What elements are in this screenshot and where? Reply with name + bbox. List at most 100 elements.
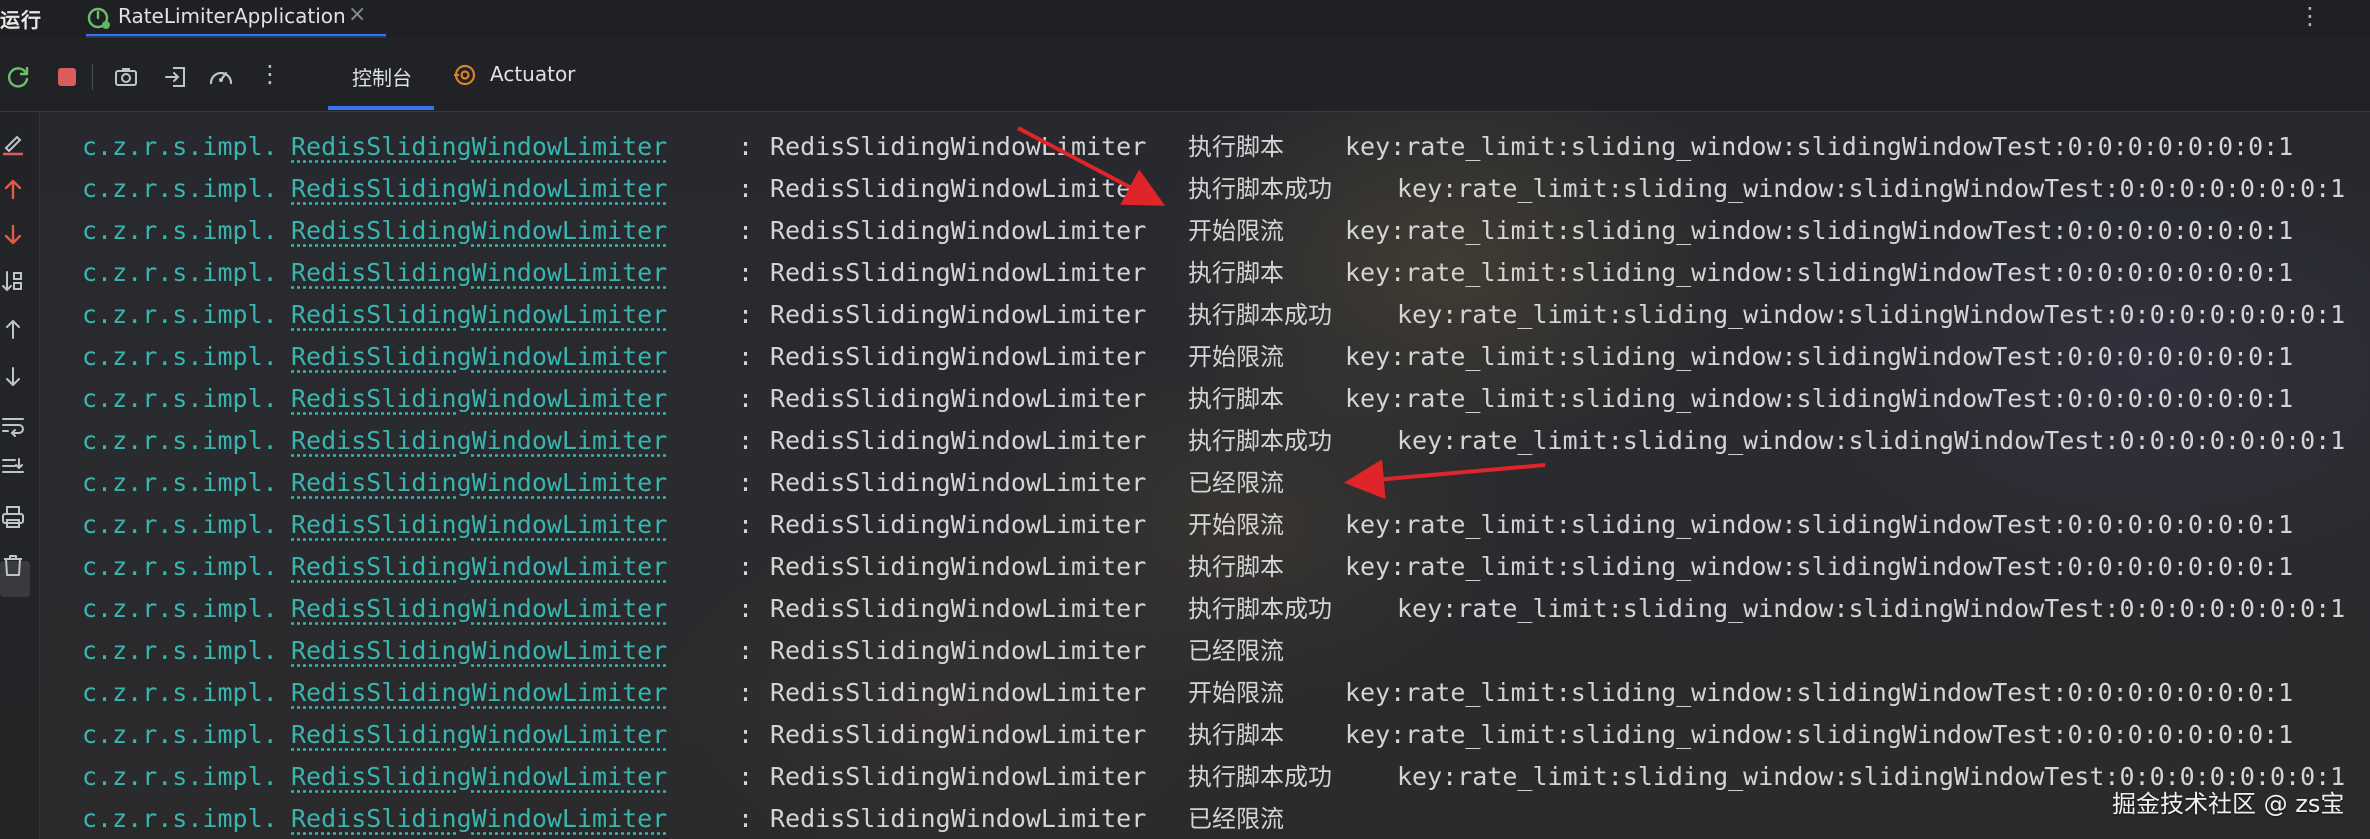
log-message: 执行脚本 bbox=[1188, 259, 1284, 287]
log-separator: : bbox=[738, 342, 754, 371]
log-separator: : bbox=[738, 300, 754, 329]
log-class-link[interactable]: RedisSlidingWindowLimiter bbox=[291, 546, 667, 588]
log-key: key:rate_limit:sliding_window:slidingWin… bbox=[1397, 426, 2346, 455]
close-tab-icon[interactable]: × bbox=[348, 2, 366, 27]
log-class-link[interactable]: RedisSlidingWindowLimiter bbox=[291, 798, 667, 839]
log-key: key:rate_limit:sliding_window:slidingWin… bbox=[1345, 258, 2294, 287]
log-key: key:rate_limit:sliding_window:slidingWin… bbox=[1345, 720, 2294, 749]
log-row: c.z.r.s.impl. RedisSlidingWindowLimiter: R… bbox=[40, 378, 2370, 420]
scroll-up-icon[interactable] bbox=[0, 316, 26, 342]
soft-wrap-icon[interactable] bbox=[0, 412, 26, 438]
scroll-to-end-icon[interactable] bbox=[0, 454, 26, 480]
log-class-link[interactable]: RedisSlidingWindowLimiter bbox=[291, 588, 667, 630]
log-logger-name: RedisSlidingWindowLimiter bbox=[770, 468, 1147, 497]
log-message: 开始限流 bbox=[1188, 217, 1284, 245]
run-tab-rate-limiter[interactable]: RateLimiterApplication × bbox=[86, 0, 388, 38]
camera-icon[interactable] bbox=[113, 64, 139, 90]
log-separator: : bbox=[738, 762, 754, 791]
console-actions-gutter bbox=[0, 112, 40, 839]
log-class-link[interactable]: RedisSlidingWindowLimiter bbox=[291, 630, 667, 672]
log-separator: : bbox=[738, 384, 754, 413]
print-icon[interactable] bbox=[0, 504, 26, 530]
more-options-icon[interactable]: ⋮ bbox=[2298, 2, 2322, 30]
previous-occurrence-up-icon[interactable] bbox=[0, 176, 26, 202]
log-logger-name: RedisSlidingWindowLimiter bbox=[770, 594, 1147, 623]
log-logger-name: RedisSlidingWindowLimiter bbox=[770, 678, 1147, 707]
log-class-link[interactable]: RedisSlidingWindowLimiter bbox=[291, 378, 667, 420]
log-package: c.z.r.s.impl. bbox=[82, 720, 278, 749]
log-logger-name: RedisSlidingWindowLimiter bbox=[770, 804, 1147, 833]
log-separator: : bbox=[738, 636, 754, 665]
log-package: c.z.r.s.impl. bbox=[82, 510, 278, 539]
log-class-link[interactable]: RedisSlidingWindowLimiter bbox=[291, 756, 667, 798]
log-class-link[interactable]: RedisSlidingWindowLimiter bbox=[291, 714, 667, 756]
log-key: key:rate_limit:sliding_window:slidingWin… bbox=[1397, 300, 2346, 329]
log-class-link[interactable]: RedisSlidingWindowLimiter bbox=[291, 462, 667, 504]
log-row: c.z.r.s.impl. RedisSlidingWindowLimiter: R… bbox=[40, 252, 2370, 294]
log-row: c.z.r.s.impl. RedisSlidingWindowLimiter: R… bbox=[40, 588, 2370, 630]
log-row: c.z.r.s.impl. RedisSlidingWindowLimiter: R… bbox=[40, 546, 2370, 588]
log-package: c.z.r.s.impl. bbox=[82, 258, 278, 287]
log-row: c.z.r.s.impl. RedisSlidingWindowLimiter: R… bbox=[40, 630, 2370, 672]
log-package: c.z.r.s.impl. bbox=[82, 552, 278, 581]
log-message: 已经限流 bbox=[1188, 805, 1284, 833]
log-package: c.z.r.s.impl. bbox=[82, 342, 278, 371]
log-class-link[interactable]: RedisSlidingWindowLimiter bbox=[291, 168, 667, 210]
log-message: 执行脚本 bbox=[1188, 385, 1284, 413]
log-row: c.z.r.s.impl. RedisSlidingWindowLimiter: R… bbox=[40, 126, 2370, 168]
log-package: c.z.r.s.impl. bbox=[82, 468, 278, 497]
log-key: key:rate_limit:sliding_window:slidingWin… bbox=[1345, 384, 2294, 413]
next-occurrence-down-icon[interactable] bbox=[0, 222, 26, 248]
toolbar-more-icon[interactable]: ⋮ bbox=[258, 60, 282, 88]
log-message: 执行脚本成功 bbox=[1188, 595, 1332, 623]
log-class-link[interactable]: RedisSlidingWindowLimiter bbox=[291, 336, 667, 378]
run-tab-label: RateLimiterApplication bbox=[118, 4, 346, 28]
log-row: c.z.r.s.impl. RedisSlidingWindowLimiter: R… bbox=[40, 504, 2370, 546]
log-package: c.z.r.s.impl. bbox=[82, 132, 278, 161]
log-package: c.z.r.s.impl. bbox=[82, 804, 278, 833]
rerun-icon[interactable] bbox=[6, 64, 32, 90]
log-class-link[interactable]: RedisSlidingWindowLimiter bbox=[291, 210, 667, 252]
log-separator: : bbox=[738, 510, 754, 539]
log-class-link[interactable]: RedisSlidingWindowLimiter bbox=[291, 672, 667, 714]
log-logger-name: RedisSlidingWindowLimiter bbox=[770, 216, 1147, 245]
log-row: c.z.r.s.impl. RedisSlidingWindowLimiter: R… bbox=[40, 798, 2370, 839]
log-message: 已经限流 bbox=[1188, 469, 1284, 497]
log-key: key:rate_limit:sliding_window:slidingWin… bbox=[1345, 132, 2294, 161]
run-panel-title: 运行 bbox=[0, 8, 42, 32]
log-class-link[interactable]: RedisSlidingWindowLimiter bbox=[291, 252, 667, 294]
log-separator: : bbox=[738, 426, 754, 455]
log-message: 已经限流 bbox=[1188, 637, 1284, 665]
log-row: c.z.r.s.impl. RedisSlidingWindowLimiter: R… bbox=[40, 294, 2370, 336]
log-class-link[interactable]: RedisSlidingWindowLimiter bbox=[291, 420, 667, 462]
run-toolbar: ⋮ 控制台 Actuator bbox=[0, 36, 2370, 112]
log-separator: : bbox=[738, 720, 754, 749]
log-package: c.z.r.s.impl. bbox=[82, 216, 278, 245]
profiler-gauge-icon[interactable] bbox=[208, 64, 234, 90]
log-logger-name: RedisSlidingWindowLimiter bbox=[770, 300, 1147, 329]
log-message: 执行脚本 bbox=[1188, 553, 1284, 581]
sort-icon[interactable] bbox=[0, 268, 26, 294]
log-class-link[interactable]: RedisSlidingWindowLimiter bbox=[291, 126, 667, 168]
log-message: 执行脚本成功 bbox=[1188, 175, 1332, 203]
log-package: c.z.r.s.impl. bbox=[82, 636, 278, 665]
exit-icon[interactable] bbox=[163, 64, 189, 90]
trash-icon[interactable] bbox=[0, 552, 26, 578]
console-output[interactable]: c.z.r.s.impl. RedisSlidingWindowLimiter: R… bbox=[40, 112, 2370, 839]
log-logger-name: RedisSlidingWindowLimiter bbox=[770, 552, 1147, 581]
log-class-link[interactable]: RedisSlidingWindowLimiter bbox=[291, 504, 667, 546]
log-class-link[interactable]: RedisSlidingWindowLimiter bbox=[291, 294, 667, 336]
log-package: c.z.r.s.impl. bbox=[82, 426, 278, 455]
log-separator: : bbox=[738, 258, 754, 287]
log-message: 执行脚本成功 bbox=[1188, 427, 1332, 455]
clear-edit-icon[interactable] bbox=[0, 130, 26, 156]
log-logger-name: RedisSlidingWindowLimiter bbox=[770, 510, 1147, 539]
log-row: c.z.r.s.impl. RedisSlidingWindowLimiter: R… bbox=[40, 168, 2370, 210]
log-separator: : bbox=[738, 594, 754, 623]
stop-icon[interactable] bbox=[54, 64, 80, 90]
tab-console[interactable]: 控制台 bbox=[352, 62, 412, 102]
log-logger-name: RedisSlidingWindowLimiter bbox=[770, 258, 1147, 287]
log-row: c.z.r.s.impl. RedisSlidingWindowLimiter: R… bbox=[40, 462, 2370, 504]
log-package: c.z.r.s.impl. bbox=[82, 762, 278, 791]
scroll-down-icon[interactable] bbox=[0, 364, 26, 390]
